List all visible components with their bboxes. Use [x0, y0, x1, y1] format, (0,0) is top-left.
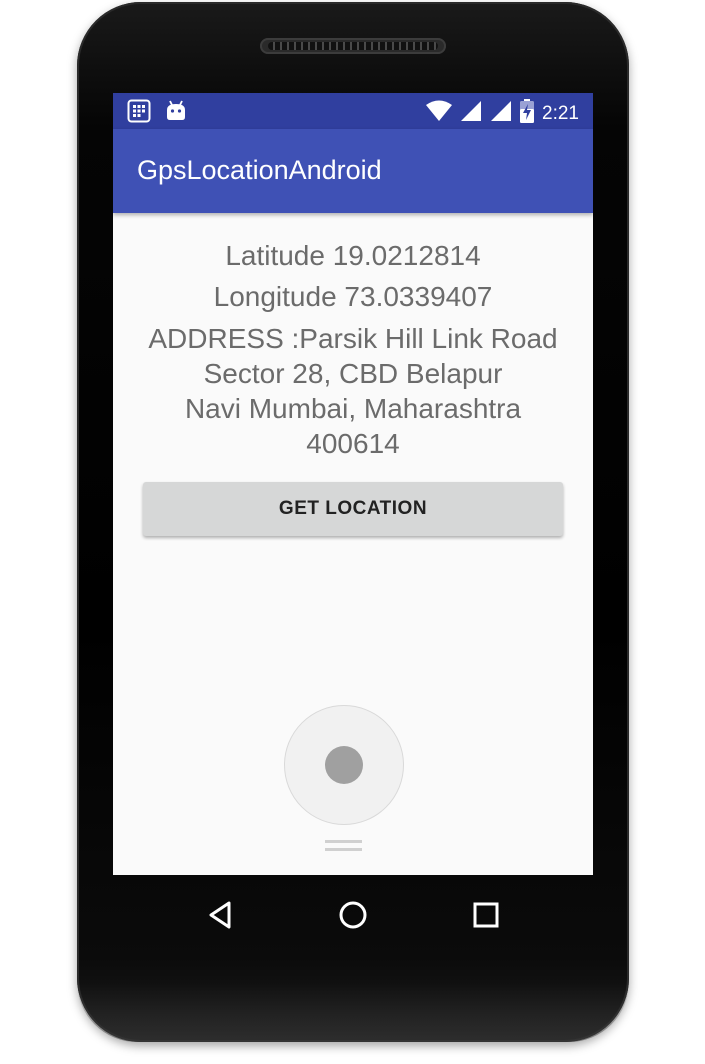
- status-bar: 2:21: [113, 93, 593, 129]
- signal-icon: [490, 100, 512, 127]
- earpiece-speaker: [260, 38, 446, 54]
- address-line: 400614: [306, 428, 400, 459]
- home-icon[interactable]: [333, 895, 373, 935]
- location-info: Latitude 19.0212814 Longitude 73.0339407…: [113, 213, 593, 461]
- floating-joystick-control[interactable]: [284, 705, 404, 825]
- latitude-text: Latitude 19.0212814: [225, 240, 481, 271]
- back-icon[interactable]: [200, 895, 240, 935]
- address-text: ADDRESS :Parsik Hill Link Road Sector 28…: [113, 321, 593, 461]
- navigation-bar: [113, 875, 593, 947]
- get-location-button[interactable]: GET LOCATION: [143, 482, 563, 536]
- joystick-knob[interactable]: [325, 746, 363, 784]
- android-icon: [165, 100, 187, 127]
- signal-icon: [460, 100, 482, 127]
- app-bar: GpsLocationAndroid: [113, 129, 593, 213]
- longitude-text: Longitude 73.0339407: [213, 281, 493, 312]
- wifi-icon: [426, 100, 453, 127]
- recents-icon[interactable]: [466, 895, 506, 935]
- apps-icon: [127, 99, 151, 128]
- address-line: ADDRESS :Parsik Hill Link Road: [148, 323, 558, 354]
- drag-handle-icon[interactable]: [325, 840, 362, 854]
- address-line: Sector 28, CBD Belapur: [203, 358, 503, 389]
- status-time: 2:21: [542, 102, 579, 124]
- device-screen: 2:21 GpsLocationAndroid Latitude 19.0212…: [113, 93, 593, 875]
- app-title: GpsLocationAndroid: [137, 155, 382, 185]
- address-line: Navi Mumbai, Maharashtra: [184, 393, 522, 424]
- battery-icon: [520, 99, 535, 128]
